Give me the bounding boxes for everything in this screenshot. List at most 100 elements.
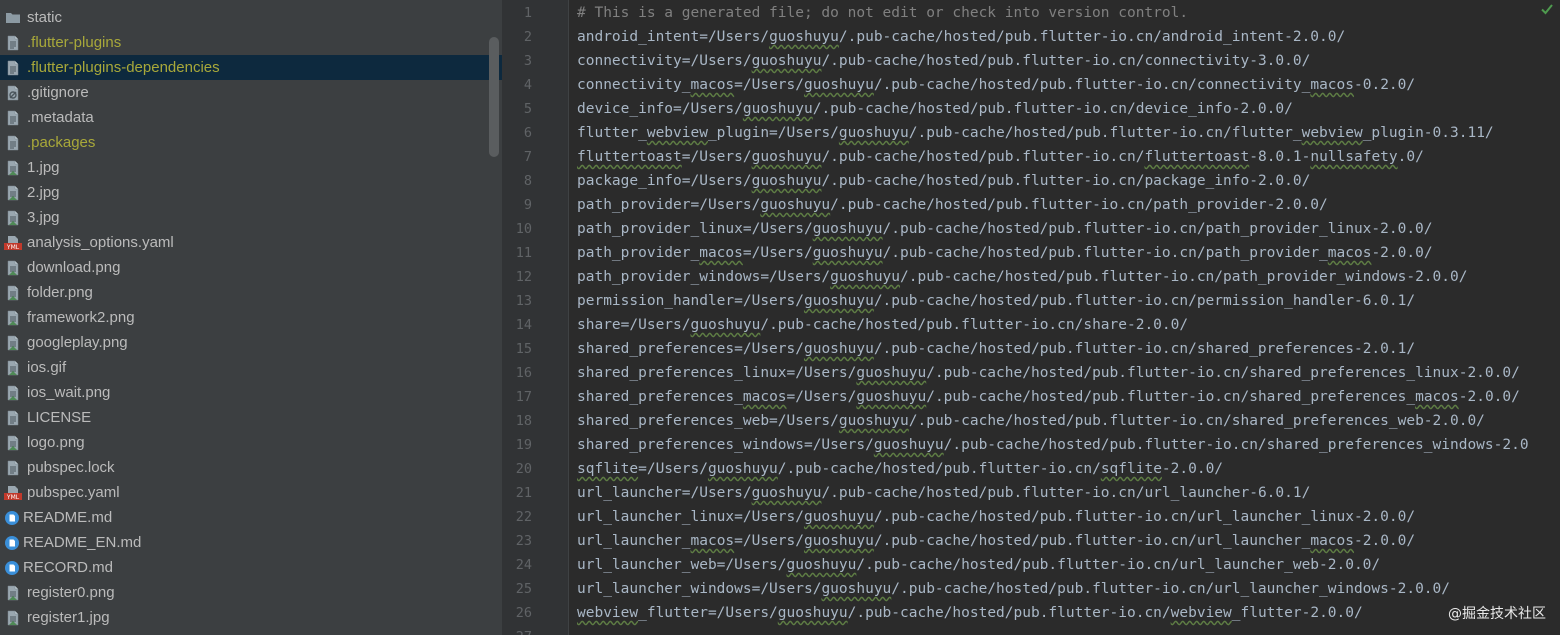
- image-file-icon: [5, 260, 21, 276]
- code-line[interactable]: shared_preferences_web=/Users/guoshuyu/.…: [577, 409, 1485, 433]
- code-line[interactable]: # This is a generated file; do not edit …: [577, 1, 1188, 25]
- tree-item[interactable]: ios_wait.png: [0, 380, 502, 405]
- tree-item[interactable]: .flutter-plugins: [0, 30, 502, 55]
- line-number: 3: [523, 53, 532, 69]
- code-line[interactable]: shared_preferences=/Users/guoshuyu/.pub-…: [577, 337, 1415, 361]
- tree-item[interactable]: 3.jpg: [0, 205, 502, 230]
- tree-item-label: .flutter-plugins: [27, 34, 122, 51]
- yaml-file-icon: YML: [4, 235, 22, 251]
- code-line[interactable]: device_info=/Users/guoshuyu/.pub-cache/h…: [577, 97, 1293, 121]
- code-line[interactable]: connectivity=/Users/guoshuyu/.pub-cache/…: [577, 49, 1310, 73]
- project-tree-panel: static .flutter-plugins .flutter-plugins-d…: [0, 0, 502, 635]
- line-number-gutter: 1 2 3 4 5 6 7 8 9 10 11 12 13 14 15 16 17 18 19 20 21 22 23 24 2…: [502, 0, 569, 635]
- tree-item[interactable]: folder.png: [0, 280, 502, 305]
- project-tree: static .flutter-plugins .flutter-plugins-d…: [0, 5, 502, 630]
- yaml-file-icon: YML: [4, 485, 22, 501]
- code-line[interactable]: url_launcher_windows=/Users/guoshuyu/.pu…: [577, 577, 1450, 601]
- tree-item-label: RECORD.md: [23, 559, 114, 576]
- tree-item[interactable]: pubspec.lock: [0, 455, 502, 480]
- tree-item[interactable]: 2.jpg: [0, 180, 502, 205]
- project-tree-scrollbar[interactable]: [489, 37, 499, 157]
- tree-item-label: LICENSE: [27, 409, 92, 426]
- tree-item-label: README_EN.md: [23, 534, 142, 551]
- line-number: 22: [515, 509, 532, 525]
- tree-item-label: folder.png: [27, 284, 93, 301]
- code-line[interactable]: url_launcher_macos=/Users/guoshuyu/.pub-…: [577, 529, 1415, 553]
- code-line[interactable]: url_launcher_linux=/Users/guoshuyu/.pub-…: [577, 505, 1415, 529]
- tree-item[interactable]: YML pubspec.yaml: [0, 480, 502, 505]
- code-line[interactable]: flutter_webview_plugin=/Users/guoshuyu/.…: [577, 121, 1494, 145]
- code-line[interactable]: url_launcher_web=/Users/guoshuyu/.pub-ca…: [577, 553, 1380, 577]
- code-line[interactable]: package_info=/Users/guoshuyu/.pub-cache/…: [577, 169, 1310, 193]
- image-file-icon: [5, 160, 21, 176]
- line-number: 10: [515, 221, 532, 237]
- tree-item[interactable]: README.md: [0, 505, 502, 530]
- code-line[interactable]: share=/Users/guoshuyu/.pub-cache/hosted/…: [577, 313, 1188, 337]
- line-number: 6: [523, 125, 532, 141]
- tree-item[interactable]: YML analysis_options.yaml: [0, 230, 502, 255]
- tree-item[interactable]: .metadata: [0, 105, 502, 130]
- tree-item[interactable]: googleplay.png: [0, 330, 502, 355]
- tree-item-label: pubspec.lock: [27, 459, 115, 476]
- markdown-file-icon: [4, 510, 20, 526]
- line-number: 23: [515, 533, 532, 549]
- line-number: 18: [515, 413, 532, 429]
- code-line[interactable]: shared_preferences_windows=/Users/guoshu…: [577, 433, 1529, 457]
- image-file-icon: [5, 310, 21, 326]
- line-number: 14: [515, 317, 532, 333]
- tree-item[interactable]: download.png: [0, 255, 502, 280]
- text-file-icon: [5, 410, 21, 426]
- code-line[interactable]: permission_handler=/Users/guoshuyu/.pub-…: [577, 289, 1415, 313]
- tree-item[interactable]: logo.png: [0, 430, 502, 455]
- image-file-icon: [5, 360, 21, 376]
- svg-text:YML: YML: [6, 494, 20, 501]
- tree-item-label: register1.jpg: [27, 609, 110, 626]
- tree-item[interactable]: register0.png: [0, 580, 502, 605]
- code-line[interactable]: webview_flutter=/Users/guoshuyu/.pub-cac…: [577, 601, 1363, 625]
- code-line[interactable]: shared_preferences_linux=/Users/guoshuyu…: [577, 361, 1520, 385]
- tree-item[interactable]: RECORD.md: [0, 555, 502, 580]
- tree-item[interactable]: .flutter-plugins-dependencies: [0, 55, 502, 80]
- ide-window: static .flutter-plugins .flutter-plugins-d…: [0, 0, 1560, 635]
- line-number: 2: [523, 29, 532, 45]
- code-line[interactable]: shared_preferences_macos=/Users/guoshuyu…: [577, 385, 1520, 409]
- code-line[interactable]: path_provider_linux=/Users/guoshuyu/.pub…: [577, 217, 1433, 241]
- code-line[interactable]: android_intent=/Users/guoshuyu/.pub-cach…: [577, 25, 1345, 49]
- tree-item-label: .packages: [27, 134, 96, 151]
- text-file-icon: [5, 35, 21, 51]
- line-number: 13: [515, 293, 532, 309]
- text-file-icon: [5, 60, 21, 76]
- code-line[interactable]: sqflite=/Users/guoshuyu/.pub-cache/hoste…: [577, 457, 1223, 481]
- tree-item[interactable]: .packages: [0, 130, 502, 155]
- code-line[interactable]: path_provider_macos=/Users/guoshuyu/.pub…: [577, 241, 1433, 265]
- code-line[interactable]: path_provider=/Users/guoshuyu/.pub-cache…: [577, 193, 1328, 217]
- tree-item[interactable]: ios.gif: [0, 355, 502, 380]
- line-number: 20: [515, 461, 532, 477]
- code-line[interactable]: connectivity_macos=/Users/guoshuyu/.pub-…: [577, 73, 1415, 97]
- code-line[interactable]: path_provider_windows=/Users/guoshuyu/.p…: [577, 265, 1467, 289]
- tree-item-label: ios.gif: [27, 359, 67, 376]
- tree-item-label: logo.png: [27, 434, 85, 451]
- line-number: 27: [502, 625, 532, 635]
- tree-item[interactable]: framework2.png: [0, 305, 502, 330]
- tree-item[interactable]: .gitignore: [0, 80, 502, 105]
- tree-item[interactable]: 1.jpg: [0, 155, 502, 180]
- tree-item[interactable]: README_EN.md: [0, 530, 502, 555]
- tree-item[interactable]: register1.jpg: [0, 605, 502, 630]
- tree-item-label: 1.jpg: [27, 159, 60, 176]
- markdown-file-icon: [4, 535, 20, 551]
- tree-item[interactable]: static: [0, 5, 502, 30]
- image-file-icon: [5, 335, 21, 351]
- tree-item[interactable]: LICENSE: [0, 405, 502, 430]
- tree-item-label: googleplay.png: [27, 334, 128, 351]
- text-file-icon: [5, 135, 21, 151]
- markdown-file-icon: [4, 560, 20, 576]
- tree-item-label: ios_wait.png: [27, 384, 111, 401]
- line-number: 9: [523, 197, 532, 213]
- line-number: 8: [523, 173, 532, 189]
- tree-item-label: register0.png: [27, 584, 115, 601]
- code-line[interactable]: fluttertoast=/Users/guoshuyu/.pub-cache/…: [577, 145, 1424, 169]
- code-editor[interactable]: 1 2 3 4 5 6 7 8 9 10 11 12 13 14 15 16 17 18 19 20 21 22 23 24 2…: [502, 0, 1560, 635]
- code-line[interactable]: url_launcher=/Users/guoshuyu/.pub-cache/…: [577, 481, 1310, 505]
- folder-icon: [5, 10, 21, 26]
